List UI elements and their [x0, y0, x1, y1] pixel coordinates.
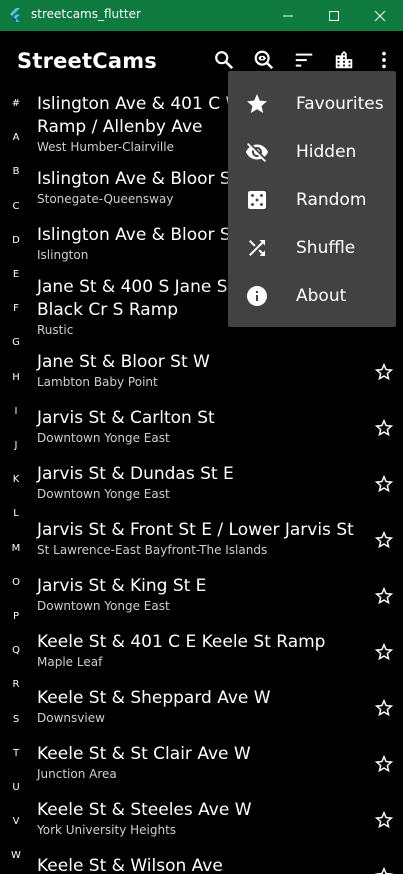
favourite-star-icon[interactable]	[373, 753, 395, 775]
alphabet-letter[interactable]: O	[0, 577, 32, 588]
alphabet-letter[interactable]: U	[0, 782, 32, 793]
camera-list-item[interactable]: Jarvis St & Front St E / Lower Jarvis St…	[37, 519, 403, 558]
alphabet-letter[interactable]: V	[0, 816, 32, 827]
menu-item-favourites[interactable]: Favourites	[228, 80, 396, 128]
sort-button[interactable]	[291, 47, 317, 73]
camera-name: Jarvis St & Dundas St E	[37, 464, 234, 484]
menu-item-about[interactable]: About	[228, 272, 396, 320]
window-titlebar[interactable]: streetcams_flutter	[0, 0, 403, 31]
camera-list-item[interactable]: Jarvis St & Dundas St E Downtown Yonge Ea…	[37, 463, 403, 502]
alphabet-letter[interactable]: M	[0, 543, 32, 554]
camera-list-item[interactable]: Keele St & Wilson Ave	[37, 855, 403, 874]
alphabet-letter[interactable]: K	[0, 474, 32, 485]
overflow-menu: Favourites Hidden Random Shuffle About	[228, 71, 396, 327]
hidden-search-icon	[254, 50, 274, 70]
city-filter-button[interactable]	[331, 47, 357, 73]
search-hidden-button[interactable]	[251, 47, 277, 73]
alphabet-letter[interactable]: E	[0, 269, 32, 280]
favourite-star-icon[interactable]	[373, 585, 395, 607]
camera-neighbourhood: Downtown Yonge East	[37, 487, 170, 501]
camera-neighbourhood: Downtown Yonge East	[37, 599, 170, 613]
camera-list-item[interactable]: Keele St & Steeles Ave W York University …	[37, 799, 403, 838]
menu-item-label: Random	[296, 190, 367, 210]
close-window-button[interactable]	[357, 0, 403, 31]
favourite-star-icon[interactable]	[373, 641, 395, 663]
alphabet-letter[interactable]: A	[0, 132, 32, 143]
camera-list-item[interactable]: Keele St & St Clair Ave W Junction Area	[37, 743, 403, 782]
camera-neighbourhood: Lambton Baby Point	[37, 375, 158, 389]
camera-list-item[interactable]: Keele St & Sheppard Ave W Downsview	[37, 687, 403, 726]
info-icon	[247, 286, 267, 306]
camera-neighbourhood: Downtown Yonge East	[37, 431, 170, 445]
alphabet-letter[interactable]: J	[0, 440, 32, 451]
alphabet-letter[interactable]: D	[0, 235, 32, 246]
close-icon	[374, 10, 386, 21]
camera-neighbourhood: St Lawrence-East Bayfront-The Islands	[37, 543, 268, 557]
search-icon	[215, 51, 234, 70]
camera-name: Keele St & Wilson Ave	[37, 856, 223, 874]
menu-item-shuffle[interactable]: Shuffle	[228, 224, 396, 272]
alphabet-index[interactable]: # A B C D E F G H I J K L M O P Q R S T U V W	[0, 89, 32, 874]
camera-name: Keele St & St Clair Ave W	[37, 744, 251, 764]
alphabet-letter[interactable]: C	[0, 201, 32, 212]
more-vert-icon	[382, 51, 386, 69]
alphabet-letter[interactable]: T	[0, 748, 32, 759]
alphabet-letter[interactable]: G	[0, 337, 32, 348]
camera-list-item[interactable]: Jarvis St & King St E Downtown Yonge East	[37, 575, 403, 614]
camera-name: Jarvis St & Front St E / Lower Jarvis St	[37, 520, 354, 540]
alphabet-letter[interactable]: H	[0, 372, 32, 383]
camera-name: Jarvis St & Carlton St	[37, 408, 215, 428]
alphabet-letter[interactable]: S	[0, 714, 32, 725]
city-icon	[335, 50, 353, 69]
minimize-icon	[283, 15, 293, 16]
camera-name: Keele St & Sheppard Ave W	[37, 688, 271, 708]
menu-item-hidden[interactable]: Hidden	[228, 128, 396, 176]
menu-item-label: About	[296, 286, 347, 306]
menu-item-label: Shuffle	[296, 238, 356, 258]
favourite-star-icon[interactable]	[373, 809, 395, 831]
favourite-star-icon[interactable]	[373, 473, 395, 495]
sort-icon	[295, 53, 313, 67]
window-title: streetcams_flutter	[31, 7, 141, 21]
alphabet-letter[interactable]: F	[0, 303, 32, 314]
shuffle-icon	[249, 240, 265, 256]
camera-list-item[interactable]: Jarvis St & Carlton St Downtown Yonge Eas…	[37, 407, 403, 446]
maximize-icon	[329, 10, 339, 21]
alphabet-letter[interactable]: R	[0, 679, 32, 690]
visibility-off-icon	[246, 143, 268, 162]
favourite-star-icon[interactable]	[373, 865, 395, 874]
camera-list-item[interactable]: Jane St & Bloor St W Lambton Baby Point	[37, 351, 403, 390]
minimize-button[interactable]	[265, 0, 311, 31]
alphabet-letter[interactable]: B	[0, 166, 32, 177]
star-icon	[247, 94, 267, 113]
alphabet-letter[interactable]: I	[0, 406, 32, 417]
favourite-star-icon[interactable]	[373, 417, 395, 439]
camera-neighbourhood: Maple Leaf	[37, 655, 103, 669]
app-title: StreetCams	[17, 49, 158, 73]
camera-name: Keele St & Steeles Ave W	[37, 800, 252, 820]
favourite-star-icon[interactable]	[373, 361, 395, 383]
alphabet-letter[interactable]: #	[0, 98, 32, 109]
menu-item-label: Hidden	[296, 142, 357, 162]
search-button[interactable]	[211, 47, 237, 73]
camera-name: Jane St & Bloor St W	[37, 352, 210, 372]
alphabet-letter[interactable]: W	[0, 850, 32, 861]
more-options-button[interactable]	[371, 47, 397, 73]
camera-neighbourhood: York University Heights	[37, 823, 177, 837]
camera-name: Keele St & 401 C E Keele St Ramp	[37, 632, 326, 652]
alphabet-letter[interactable]: P	[0, 611, 32, 622]
alphabet-letter[interactable]: Q	[0, 645, 32, 656]
camera-neighbourhood: Junction Area	[37, 767, 117, 781]
camera-name: Jarvis St & King St E	[37, 576, 207, 596]
camera-list-item[interactable]: Keele St & 401 C E Keele St Ramp Maple Le…	[37, 631, 403, 670]
favourite-star-icon[interactable]	[373, 697, 395, 719]
menu-item-random[interactable]: Random	[228, 176, 396, 224]
menu-item-label: Favourites	[296, 94, 384, 114]
favourite-star-icon[interactable]	[373, 529, 395, 551]
alphabet-letter[interactable]: L	[0, 508, 32, 519]
camera-neighbourhood: Downsview	[37, 711, 105, 725]
maximize-button[interactable]	[311, 0, 357, 31]
casino-icon	[248, 191, 266, 209]
flutter-app-icon	[10, 8, 20, 22]
